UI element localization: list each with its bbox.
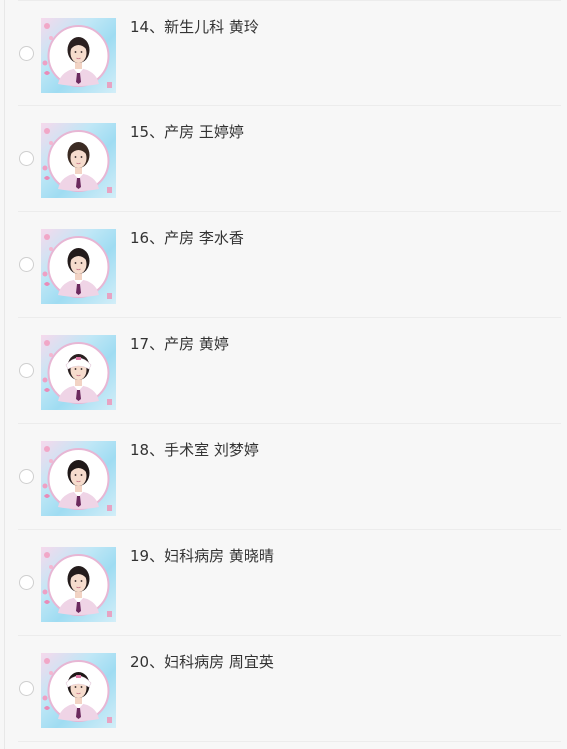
candidate-label: 14、新生儿科 黄玲 (130, 18, 259, 36)
candidate-label: 15、产房 王婷婷 (130, 123, 244, 141)
candidate-label: 19、妇科病房 黄晓晴 (130, 547, 274, 565)
candidate-label: 20、妇科病房 周宜英 (130, 653, 274, 671)
list-item[interactable]: 18、手术室 刘梦婷 (18, 424, 561, 530)
select-radio[interactable] (19, 151, 34, 166)
list-item[interactable]: 15、产房 王婷婷 (18, 106, 561, 212)
select-radio[interactable] (19, 257, 34, 272)
staff-list: 14、新生儿科 黄玲 15、产房 王婷婷 16、产房 李水香 17、产房 黄婷 18、手… (18, 0, 561, 742)
select-radio[interactable] (19, 575, 34, 590)
select-radio[interactable] (19, 681, 34, 696)
left-border (4, 0, 5, 749)
nurse-photo (41, 18, 116, 93)
list-item[interactable]: 20、妇科病房 周宜英 (18, 636, 561, 742)
page: 14、新生儿科 黄玲 15、产房 王婷婷 16、产房 李水香 17、产房 黄婷 18、手… (0, 0, 567, 749)
list-item[interactable]: 17、产房 黄婷 (18, 318, 561, 424)
candidate-label: 18、手术室 刘梦婷 (130, 441, 259, 459)
nurse-photo (41, 123, 116, 198)
select-radio[interactable] (19, 46, 34, 61)
candidate-label: 16、产房 李水香 (130, 229, 244, 247)
nurse-photo (41, 653, 116, 728)
nurse-photo (41, 335, 116, 410)
candidate-label: 17、产房 黄婷 (130, 335, 229, 353)
nurse-photo (41, 441, 116, 516)
list-item[interactable]: 14、新生儿科 黄玲 (18, 0, 561, 106)
list-item[interactable]: 19、妇科病房 黄晓晴 (18, 530, 561, 636)
nurse-photo (41, 229, 116, 304)
list-item[interactable]: 16、产房 李水香 (18, 212, 561, 318)
select-radio[interactable] (19, 469, 34, 484)
select-radio[interactable] (19, 363, 34, 378)
nurse-photo (41, 547, 116, 622)
